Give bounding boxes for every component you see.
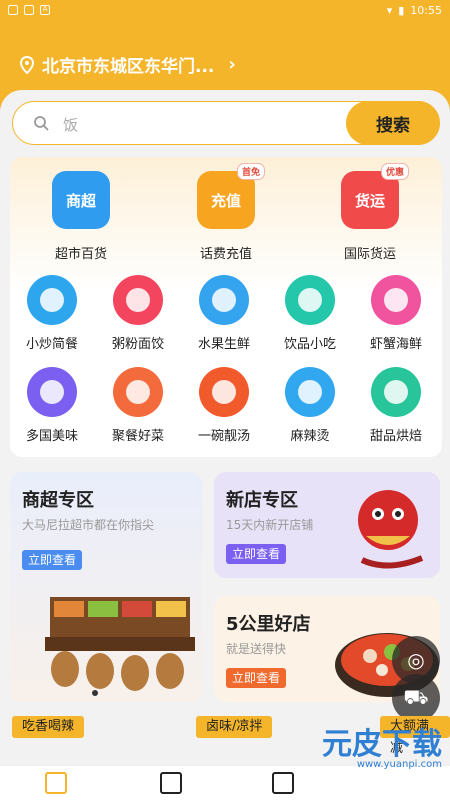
category-dessert[interactable]: 甜品烘焙 [360, 367, 432, 444]
bottom-nav [0, 765, 450, 800]
category-label: 国际货运 [343, 247, 396, 262]
produce-stand-image [45, 597, 195, 691]
category-drinks[interactable]: 饮品小吃 [274, 275, 346, 352]
cart-button[interactable]: ⛟ [392, 674, 440, 722]
category-noodles[interactable]: 粥粉面饺 [102, 275, 174, 352]
wifi-icon: ▾ [386, 3, 393, 17]
search-button[interactable]: 搜索 [346, 101, 440, 145]
discount-tag: 优惠 [380, 163, 409, 180]
message-tab-icon[interactable] [272, 772, 294, 794]
topup-coins-icon: 充值 首免 [197, 163, 265, 229]
category-party[interactable]: 聚餐好菜 [102, 367, 174, 444]
burger-icon [27, 367, 77, 417]
bottle-icon [285, 275, 335, 325]
category-panel: 商超 超市百货 充值 首免 话费充值 货运 优惠 国际货运 小炒简餐 粥粉面饺 … [10, 157, 442, 457]
a-icon: A [40, 5, 50, 15]
category-stir-fry[interactable]: 小炒简餐 [16, 275, 88, 352]
soup-bowl-icon [199, 367, 249, 417]
location-selector[interactable]: 北京市东城区东华门... › [20, 52, 236, 77]
lion-dance-image [358, 490, 424, 569]
pizza-icon [113, 367, 163, 417]
image-icon [24, 5, 34, 15]
chip-braised[interactable]: 卤味/凉拌 [196, 716, 273, 738]
category-fruit[interactable]: 水果生鲜 [188, 275, 260, 352]
status-bar: A ▾ ▮ 10:55 [0, 0, 450, 20]
cupcake-icon [371, 367, 421, 417]
watermark: 元皮下载 www.yuanpi.com [322, 727, 442, 770]
location-pin-icon [20, 55, 34, 74]
discount-tag: 首免 [236, 163, 265, 180]
view-now-button[interactable]: 立即查看 [22, 550, 83, 570]
promo-subtitle: 15天内新开店铺 [226, 518, 314, 532]
carousel-dot [92, 690, 98, 696]
headset-icon: ◎ [407, 648, 425, 672]
promo-supermarket[interactable]: 商超专区 大马尼拉超市都在你指尖 立即查看 [10, 472, 202, 702]
promo-subtitle: 大马尼拉超市都在你指尖 [22, 518, 155, 532]
promo-title: 商超专区 [22, 490, 94, 511]
noodle-bowl-icon [113, 275, 163, 325]
hotpot-icon [285, 367, 335, 417]
seafood-bowl-icon [371, 275, 421, 325]
battery-icon: ▮ [398, 3, 405, 17]
rice-bowl-icon [27, 275, 77, 325]
supermarket-basket-icon: 商超 [52, 171, 110, 229]
category-phone-topup[interactable]: 充值 首免 话费充值 [171, 163, 281, 262]
search-icon [34, 116, 49, 131]
promo-title: 5公里好店 [226, 614, 311, 635]
promo-subtitle: 就是送得快 [226, 642, 287, 656]
view-now-button[interactable]: 立即查看 [226, 544, 287, 564]
view-now-button[interactable]: 立即查看 [226, 668, 287, 688]
category-label: 超市百货 [54, 247, 107, 262]
category-label: 话费充值 [199, 247, 252, 262]
promo-new-store[interactable]: 新店专区 15天内新开店铺 立即查看 [214, 472, 440, 578]
location-text: 北京市东城区东华门... [42, 57, 215, 77]
orders-tab-icon[interactable] [160, 772, 182, 794]
category-malatang[interactable]: 麻辣烫 [274, 367, 346, 444]
delivery-truck-icon: 货运 优惠 [341, 163, 409, 229]
chip-spicy[interactable]: 吃香喝辣 [12, 716, 85, 738]
promo-title: 新店专区 [226, 490, 298, 511]
cherry-icon [199, 275, 249, 325]
status-time: 10:55 [410, 3, 442, 17]
category-international[interactable]: 多国美味 [16, 367, 88, 444]
category-soup[interactable]: 一碗靓汤 [188, 367, 260, 444]
category-supermarket[interactable]: 商超 超市百货 [26, 171, 136, 262]
settings-icon [8, 5, 18, 15]
category-seafood[interactable]: 虾蟹海鲜 [360, 275, 432, 352]
cart-icon: ⛟ [403, 684, 429, 709]
search-bar[interactable]: 饭 搜索 [12, 101, 440, 145]
category-intl-shipping[interactable]: 货运 优惠 国际货运 [315, 163, 425, 262]
home-tab-icon[interactable] [45, 772, 67, 794]
search-input[interactable]: 饭 [63, 114, 78, 135]
chevron-right-icon: › [228, 54, 236, 75]
